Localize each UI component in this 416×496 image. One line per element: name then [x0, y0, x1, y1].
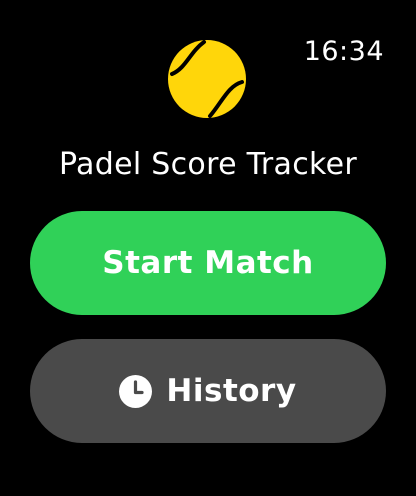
start-match-button[interactable]: Start Match [30, 211, 386, 315]
start-match-label: Start Match [102, 245, 314, 281]
clock-icon [119, 374, 153, 408]
history-button[interactable]: History [30, 339, 386, 443]
status-time: 16:34 [303, 36, 384, 67]
history-label: History [166, 373, 297, 409]
tennis-ball-icon [168, 40, 246, 118]
app-title: Padel Score Tracker [59, 147, 357, 182]
